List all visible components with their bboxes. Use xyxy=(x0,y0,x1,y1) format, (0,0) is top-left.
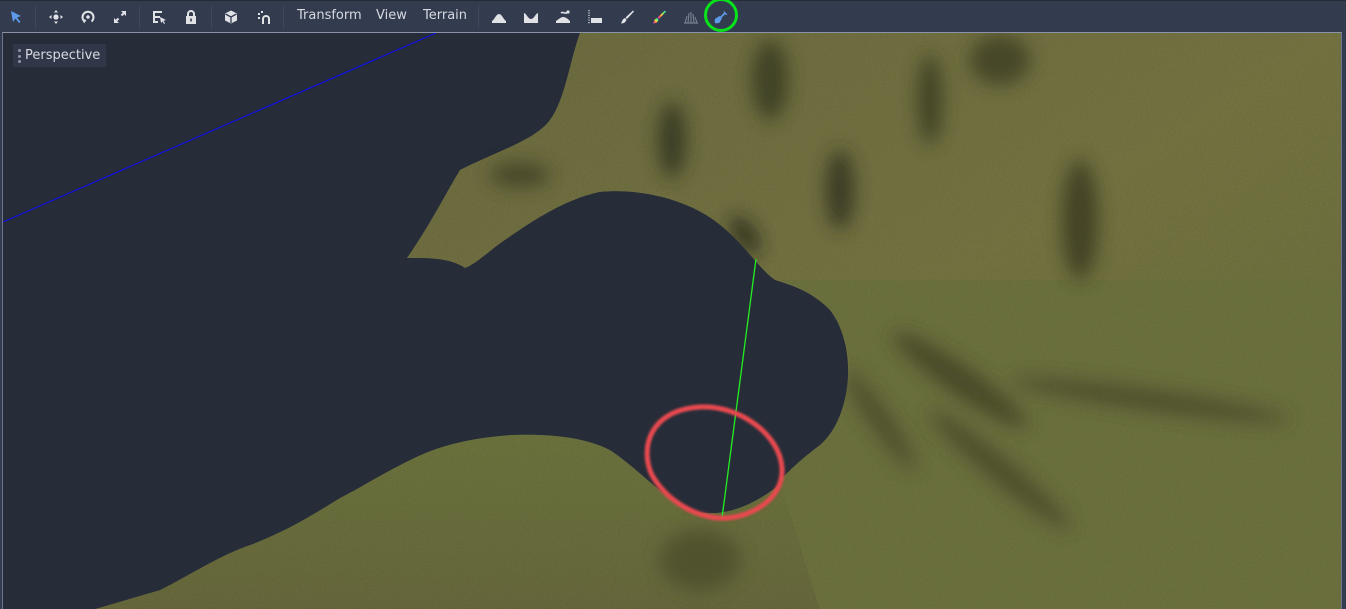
grass-icon xyxy=(684,12,698,24)
texture-paint-tool-button[interactable] xyxy=(614,4,640,30)
snap-icon xyxy=(258,11,270,24)
scale-tool-button[interactable] xyxy=(107,4,133,30)
local-space-toggle[interactable] xyxy=(218,4,244,30)
move-tool-button[interactable] xyxy=(43,4,69,30)
terrain-scene[interactable] xyxy=(2,32,1342,609)
rotate-icon xyxy=(81,10,95,24)
lock-tool-button[interactable] xyxy=(178,4,204,30)
cube-icon xyxy=(225,10,237,24)
raise-terrain-icon xyxy=(492,14,506,23)
rotate-tool-button[interactable] xyxy=(75,4,101,30)
rainbow-brush-icon xyxy=(653,10,666,24)
lower-terrain-icon xyxy=(524,13,538,23)
perspective-menu-button[interactable]: Perspective xyxy=(13,44,107,67)
toolbar-separator xyxy=(478,5,479,28)
scale-icon xyxy=(114,11,126,23)
smooth-terrain-icon xyxy=(556,10,570,23)
color-paint-tool-button[interactable] xyxy=(646,4,672,30)
transform-menu[interactable]: Transform xyxy=(297,7,362,25)
toolbar-separator xyxy=(35,5,36,28)
perspective-label: Perspective xyxy=(25,48,101,63)
toolbar-separator xyxy=(283,5,284,28)
move-icon xyxy=(49,10,63,24)
hole-tool-button[interactable] xyxy=(708,4,734,30)
lower-tool-button[interactable] xyxy=(518,4,544,30)
detail-paint-tool-button[interactable] xyxy=(678,4,704,30)
menu-dots-icon xyxy=(18,49,21,63)
paintbrush-icon xyxy=(621,10,634,24)
shovel-icon xyxy=(714,10,728,24)
toolbar-separator xyxy=(139,5,140,28)
editor-toolbar: Transform View Terrain xyxy=(0,0,1346,33)
list-select-tool-button[interactable] xyxy=(146,4,172,30)
flatten-tool-button[interactable] xyxy=(582,4,608,30)
select-tool-button[interactable] xyxy=(3,4,29,30)
select-arrow-icon xyxy=(11,11,21,23)
lock-icon xyxy=(186,10,196,24)
toolbar-separator xyxy=(211,5,212,28)
raise-tool-button[interactable] xyxy=(486,4,512,30)
list-select-icon xyxy=(153,11,166,24)
view-menu[interactable]: View xyxy=(376,7,407,25)
terrain-menu[interactable]: Terrain xyxy=(423,7,467,25)
flatten-terrain-icon xyxy=(588,10,602,24)
smooth-tool-button[interactable] xyxy=(550,4,576,30)
toolbar-top-border xyxy=(0,0,1346,1)
3d-viewport[interactable]: Perspective xyxy=(2,32,1342,609)
snap-toggle[interactable] xyxy=(251,4,277,30)
terrain-right-slope xyxy=(780,280,1341,609)
